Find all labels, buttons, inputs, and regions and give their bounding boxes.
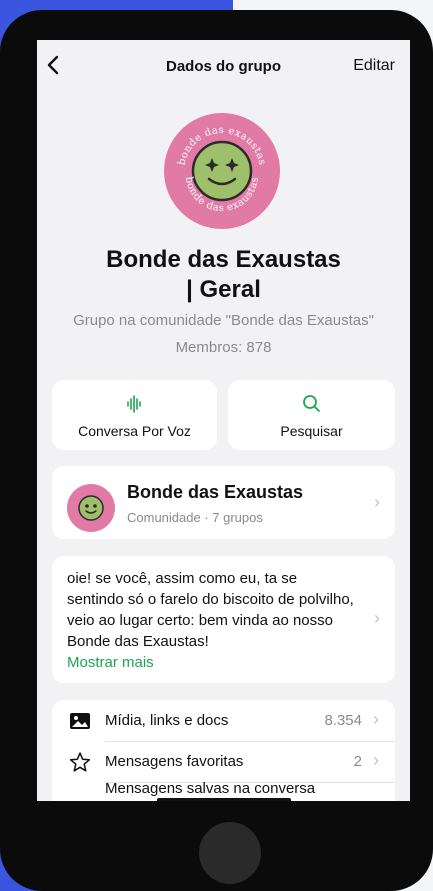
group-name-line2: | Geral — [186, 276, 261, 303]
home-button[interactable] — [199, 822, 261, 884]
search-icon — [303, 395, 320, 412]
group-avatar[interactable]: bonde das exaustas bonde das exaustas — [164, 113, 280, 229]
group-description: oie! se você, assim como eu, ta se senti… — [67, 568, 357, 673]
list-item-media[interactable]: Mídia, links e docs 8.354 › — [52, 700, 395, 741]
chevron-right-icon: › — [373, 750, 379, 770]
home-indicator — [157, 798, 291, 801]
group-name-line1: Bonde das Exaustas — [106, 246, 341, 273]
group-subtitle: Grupo na comunidade "Bonde das Exaustas" — [73, 312, 374, 329]
phone-frame: Dados do grupo Editar bonde das exaustas… — [0, 10, 433, 891]
description-card[interactable]: oie! se você, assim como eu, ta se senti… — [52, 556, 395, 683]
group-name: Bonde das Exaustas | Geral — [37, 245, 410, 305]
image-icon — [70, 713, 90, 729]
list-item-label: Mensagens salvas na conversa — [105, 780, 316, 797]
community-card[interactable]: Bonde das Exaustas Comunidade · 7 grupos… — [52, 466, 395, 539]
options-list: Mídia, links e docs 8.354 › Mensagens fa… — [52, 700, 395, 801]
list-item-value: 2 — [353, 753, 362, 770]
bookmark-icon — [69, 800, 91, 801]
search-label: Pesquisar — [280, 423, 343, 439]
voice-chat-label: Conversa Por Voz — [78, 423, 191, 439]
edit-button[interactable]: Editar — [353, 57, 395, 75]
waveform-icon — [127, 395, 141, 413]
description-text: oie! se você, assim como eu, ta se senti… — [67, 570, 354, 650]
chevron-right-icon: › — [374, 492, 380, 512]
list-item-starred[interactable]: Mensagens favoritas 2 › — [52, 741, 395, 782]
search-button[interactable]: Pesquisar — [228, 380, 395, 450]
screen: Dados do grupo Editar bonde das exaustas… — [37, 40, 410, 801]
community-avatar — [67, 484, 115, 532]
community-subtitle: Comunidade · 7 grupos — [127, 510, 263, 525]
list-item-label: Mensagens favoritas — [105, 753, 244, 770]
chevron-right-icon: › — [373, 709, 379, 729]
star-icon — [69, 752, 91, 772]
members-count: Membros: 878 — [175, 339, 272, 356]
nav-bar: Dados do grupo Editar — [37, 40, 410, 92]
show-more-link[interactable]: Mostrar mais — [67, 654, 154, 671]
community-name: Bonde das Exaustas — [127, 482, 304, 502]
voice-chat-button[interactable]: Conversa Por Voz — [52, 380, 217, 450]
list-item-value: 8.354 — [324, 712, 362, 729]
chevron-right-icon: › — [374, 608, 380, 628]
list-item-label: Mídia, links e docs — [105, 712, 229, 729]
